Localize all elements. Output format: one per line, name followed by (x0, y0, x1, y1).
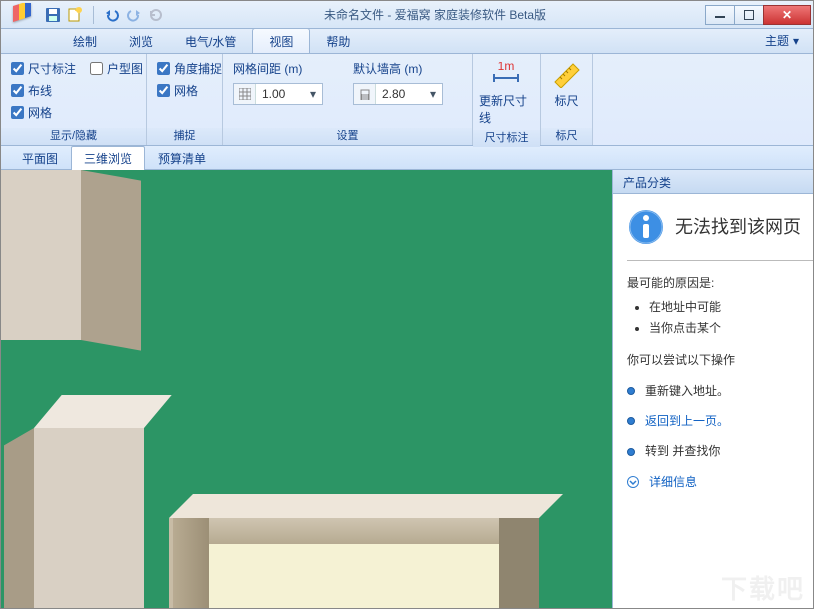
chk-floorplan[interactable]: 户型图 (90, 60, 143, 77)
chk-wiring[interactable]: 布线 (11, 82, 76, 99)
info-icon (627, 208, 665, 246)
label-grid-spacing: 网格间距 (m) (233, 60, 323, 77)
wall-segment (1, 170, 81, 340)
side-panel-title: 产品分类 (613, 170, 813, 194)
dimline-icon: 1m (490, 62, 522, 88)
app-orb[interactable] (5, 2, 39, 28)
svg-text:1m: 1m (498, 62, 515, 73)
ruler-icon (553, 62, 581, 88)
menu-view[interactable]: 视图 (252, 28, 310, 53)
quick-access-toolbar (45, 6, 164, 24)
tab-budget[interactable]: 预算清单 (145, 146, 219, 170)
action-item: 转到 并查找你 (645, 441, 720, 461)
minimize-button[interactable] (705, 5, 735, 25)
menu-browse[interactable]: 浏览 (113, 29, 169, 53)
side-panel: 产品分类 无法找到该网页 最可能的原因是: 在地址中可能 当你点击某个 你可以尝… (613, 170, 813, 608)
undo-icon[interactable] (104, 7, 120, 23)
sync-icon[interactable] (148, 7, 164, 23)
bullet-icon (627, 417, 635, 425)
chevron-down-icon: ▾ (304, 84, 322, 104)
chk-angle-snap[interactable]: 角度捕捉 (157, 60, 222, 77)
wall-height-combo[interactable]: 2.80 ▾ (353, 83, 443, 105)
try-label: 你可以尝试以下操作 (627, 350, 813, 370)
maximize-button[interactable] (734, 5, 764, 25)
details-link[interactable]: 详细信息 (649, 472, 697, 492)
chk-dimension[interactable]: 尺寸标注 (11, 60, 76, 77)
side-panel-body: 无法找到该网页 最可能的原因是: 在地址中可能 当你点击某个 你可以尝试以下操作… (613, 194, 813, 608)
group-label: 尺寸标注 (473, 130, 540, 147)
title-bar: 未命名文件 - 爱福窝 家庭装修软件 Beta版 ✕ (1, 1, 813, 29)
group-label: 捕捉 (147, 128, 222, 145)
group-label: 标尺 (541, 128, 592, 145)
3d-viewport[interactable] (1, 170, 613, 608)
body-row: 产品分类 无法找到该网页 最可能的原因是: 在地址中可能 当你点击某个 你可以尝… (1, 170, 813, 608)
group-label: 设置 (223, 128, 472, 145)
chk-grid-snap[interactable]: 网格 (157, 82, 222, 99)
ribbon-group-ruler: 标尺 标尺 (541, 54, 593, 145)
save-icon[interactable] (45, 7, 61, 23)
room-box (169, 518, 539, 608)
menu-bar: 绘制 浏览 电气/水管 视图 帮助 主题 ▾ (1, 29, 813, 54)
update-dimline-button[interactable]: 1m 更新尺寸线 (479, 58, 533, 126)
grid-spacing-combo[interactable]: 1.00 ▾ (233, 83, 323, 105)
error-heading: 无法找到该网页 (675, 212, 801, 243)
redo-icon[interactable] (126, 7, 142, 23)
tab-3dview[interactable]: 三维浏览 (71, 146, 145, 170)
chk-grid[interactable]: 网格 (11, 104, 76, 121)
theme-dropdown[interactable]: 主题 ▾ (765, 32, 813, 53)
ribbon-group-dimline: 1m 更新尺寸线 尺寸标注 (473, 54, 541, 145)
cause-label: 最可能的原因是: (627, 273, 813, 293)
wall-segment (34, 428, 144, 608)
window-buttons: ✕ (706, 5, 811, 25)
wall-height-value: 2.80 (376, 87, 424, 101)
window-title: 未命名文件 - 爱福窝 家庭装修软件 Beta版 (164, 6, 706, 23)
menu-help[interactable]: 帮助 (310, 29, 366, 53)
grid-spacing-value: 1.00 (256, 87, 304, 101)
ribbon-group-show-hide: 尺寸标注 布线 网格 户型图 显示/隐藏 (1, 54, 147, 145)
theme-label: 主题 (765, 32, 789, 49)
new-icon[interactable] (67, 7, 83, 23)
chevron-down-icon: ▾ (793, 34, 799, 48)
chevron-down-icon: ▾ (424, 84, 442, 104)
bullet-icon (627, 387, 635, 395)
label-wall-height: 默认墙高 (m) (353, 60, 443, 77)
bullet-icon (627, 448, 635, 456)
view-tabs: 平面图 三维浏览 预算清单 (1, 146, 813, 170)
grid-icon (234, 84, 256, 104)
tab-floorplan[interactable]: 平面图 (9, 146, 71, 170)
cause-item: 在地址中可能 (649, 297, 813, 317)
action-item: 重新键入地址。 (645, 381, 729, 401)
close-button[interactable]: ✕ (763, 5, 811, 25)
ruler-button[interactable]: 标尺 (547, 58, 586, 109)
menu-draw[interactable]: 绘制 (57, 29, 113, 53)
ribbon-group-snap: 角度捕捉 网格 捕捉 (147, 54, 223, 145)
watermark: 下载吧 (721, 569, 805, 606)
btn-label: 更新尺寸线 (479, 92, 533, 126)
ribbon-group-settings: 网格间距 (m) 1.00 ▾ 默认墙高 (m) 2.80 ▾ 设置 (223, 54, 473, 145)
expand-icon[interactable] (627, 476, 639, 488)
ribbon: 尺寸标注 布线 网格 户型图 显示/隐藏 角度捕捉 网格 捕捉 网格间距 (m)… (1, 54, 813, 146)
menu-elec[interactable]: 电气/水管 (169, 29, 252, 53)
separator (93, 6, 94, 24)
cause-item: 当你点击某个 (649, 318, 813, 338)
btn-label: 标尺 (554, 92, 578, 109)
action-link[interactable]: 返回到上一页。 (645, 411, 729, 431)
group-label: 显示/隐藏 (1, 128, 146, 145)
height-icon (354, 84, 376, 104)
